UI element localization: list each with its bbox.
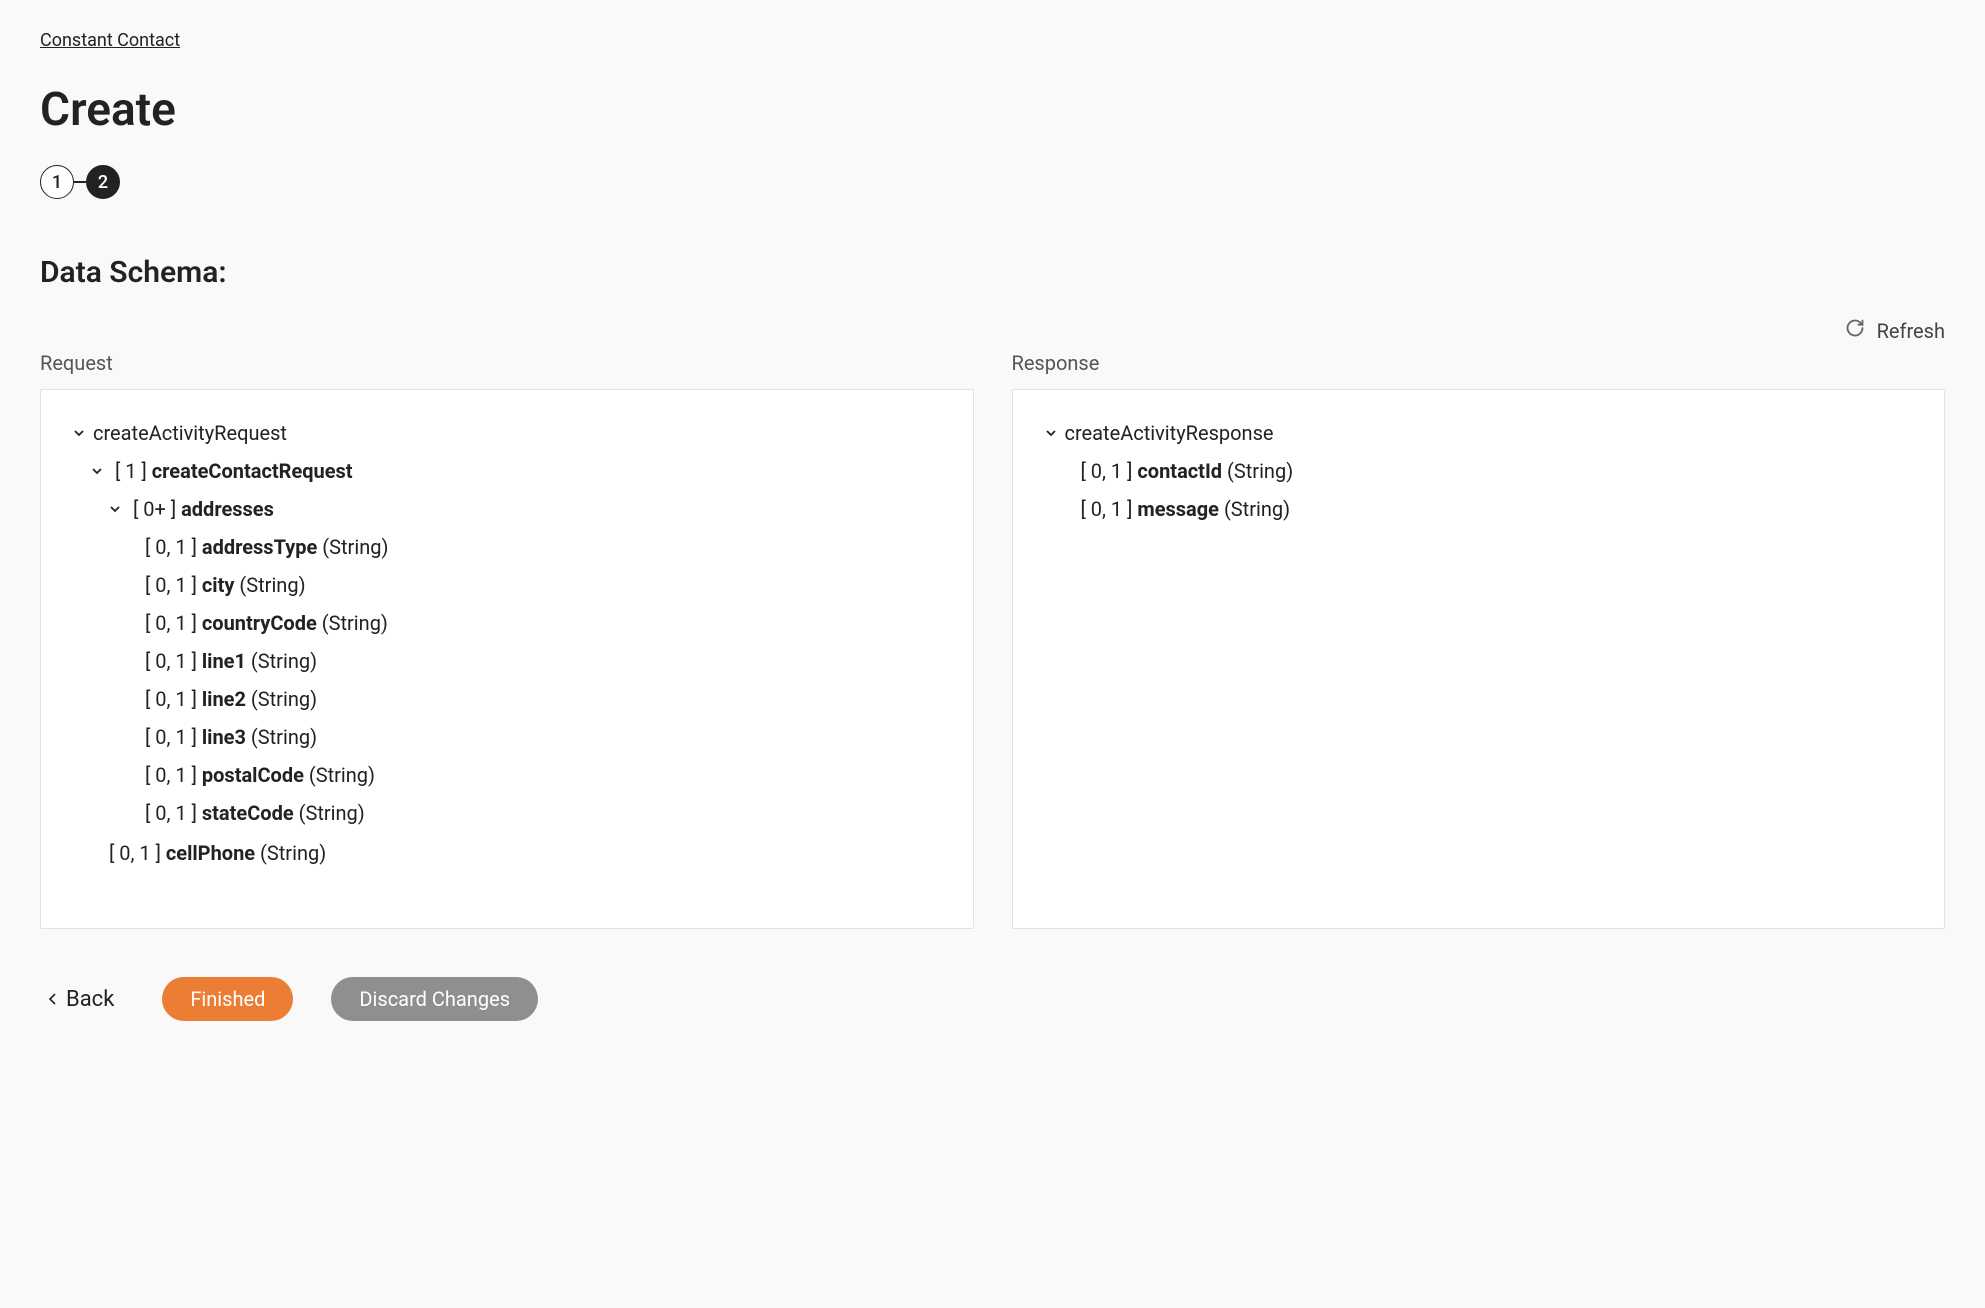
tree-node-name: postalCode — [202, 756, 304, 794]
tree-node-cardinality: [ 0, 1 ] — [109, 834, 161, 872]
response-panel: createActivityResponse [ 0, 1 ] contactI… — [1012, 389, 1946, 929]
tree-node-name: addresses — [181, 490, 274, 528]
tree-node-type: (String) — [1224, 490, 1290, 528]
tree-node-type: (String) — [309, 756, 375, 794]
tree-node-type: (String) — [239, 566, 305, 604]
tree-node-name: contactId — [1137, 452, 1222, 490]
chevron-left-icon — [48, 987, 58, 1012]
tree-leaf[interactable]: [ 0, 1 ] addressType (String) — [69, 528, 945, 566]
tree-node-name: createContactRequest — [152, 452, 353, 490]
tree-node-root[interactable]: createActivityResponse — [1041, 414, 1917, 452]
tree-node-cardinality: [ 0, 1 ] — [145, 794, 197, 832]
back-label: Back — [66, 987, 114, 1012]
tree-node-name: line3 — [202, 718, 246, 756]
tree-node-type: (String) — [322, 528, 388, 566]
refresh-icon — [1845, 318, 1865, 343]
tree-leaf[interactable]: [ 0, 1 ] line3 (String) — [69, 718, 945, 756]
refresh-label: Refresh — [1877, 319, 1945, 343]
step-2[interactable]: 2 — [86, 165, 120, 199]
tree-node-cardinality: [ 0+ ] — [133, 490, 176, 528]
finished-button[interactable]: Finished — [162, 977, 293, 1021]
breadcrumb-link[interactable]: Constant Contact — [40, 30, 180, 51]
tree-node-cardinality: [ 0, 1 ] — [145, 566, 197, 604]
tree-node-cardinality: [ 0, 1 ] — [1081, 490, 1133, 528]
response-header: Response — [1012, 351, 1946, 375]
tree-node-label: createActivityRequest — [93, 414, 287, 452]
tree-leaf[interactable]: [ 0, 1 ] contactId (String) — [1041, 452, 1917, 490]
page-title: Create — [40, 83, 1945, 137]
tree-node-cardinality: [ 0, 1 ] — [145, 756, 197, 794]
tree-node-cardinality: [ 1 ] — [115, 452, 147, 490]
section-title: Data Schema: — [40, 255, 1945, 290]
tree-leaf[interactable]: [ 0, 1 ] city (String) — [69, 566, 945, 604]
tree-node-type: (String) — [251, 718, 317, 756]
tree-node-cardinality: [ 0, 1 ] — [145, 528, 197, 566]
tree-node-name: stateCode — [202, 794, 294, 832]
tree-node-cardinality: [ 0, 1 ] — [145, 642, 197, 680]
tree-node-cardinality: [ 0, 1 ] — [145, 604, 197, 642]
tree-node-cardinality: [ 0, 1 ] — [145, 680, 197, 718]
tree-node-name: countryCode — [202, 604, 317, 642]
step-connector — [74, 181, 86, 183]
tree-leaf[interactable]: [ 0, 1 ] stateCode (String) — [69, 794, 945, 832]
request-header: Request — [40, 351, 974, 375]
tree-node-name: line1 — [202, 642, 246, 680]
tree-node-root[interactable]: createActivityRequest — [69, 414, 945, 452]
tree-node-name: message — [1137, 490, 1219, 528]
back-button[interactable]: Back — [48, 987, 114, 1012]
tree-node[interactable]: [ 1 ] createContactRequest — [69, 452, 945, 490]
chevron-down-icon — [87, 465, 107, 477]
tree-node-name: city — [202, 566, 235, 604]
tree-node-name: cellPhone — [166, 834, 255, 872]
chevron-down-icon — [1041, 427, 1061, 439]
chevron-down-icon — [105, 503, 125, 515]
step-1[interactable]: 1 — [40, 165, 74, 199]
tree-node[interactable]: [ 0+ ] addresses — [69, 490, 945, 528]
tree-leaf[interactable]: [ 0, 1 ] postalCode (String) — [69, 756, 945, 794]
stepper: 1 2 — [40, 165, 1945, 199]
tree-node-type: (String) — [251, 680, 317, 718]
tree-leaf[interactable]: [ 0, 1 ] message (String) — [1041, 490, 1917, 528]
tree-node-type: (String) — [1227, 452, 1293, 490]
tree-node-type: (String) — [260, 834, 326, 872]
tree-leaf[interactable]: [ 0, 1 ] countryCode (String) — [69, 604, 945, 642]
tree-node-cardinality: [ 0, 1 ] — [145, 718, 197, 756]
discard-changes-button[interactable]: Discard Changes — [331, 977, 538, 1021]
refresh-button[interactable]: Refresh — [1845, 318, 1945, 343]
tree-node-name: line2 — [202, 680, 246, 718]
chevron-down-icon — [69, 427, 89, 439]
tree-leaf[interactable]: [ 0, 1 ] cellPhone (String) — [69, 834, 945, 872]
request-panel: createActivityRequest [ 1 ] createContac… — [40, 389, 974, 929]
tree-node-name: addressType — [202, 528, 317, 566]
tree-node-type: (String) — [251, 642, 317, 680]
tree-node-type: (String) — [322, 604, 388, 642]
tree-leaf[interactable]: [ 0, 1 ] line2 (String) — [69, 680, 945, 718]
tree-node-type: (String) — [299, 794, 365, 832]
tree-node-label: createActivityResponse — [1065, 414, 1274, 452]
tree-node-cardinality: [ 0, 1 ] — [1081, 452, 1133, 490]
tree-leaf[interactable]: [ 0, 1 ] line1 (String) — [69, 642, 945, 680]
